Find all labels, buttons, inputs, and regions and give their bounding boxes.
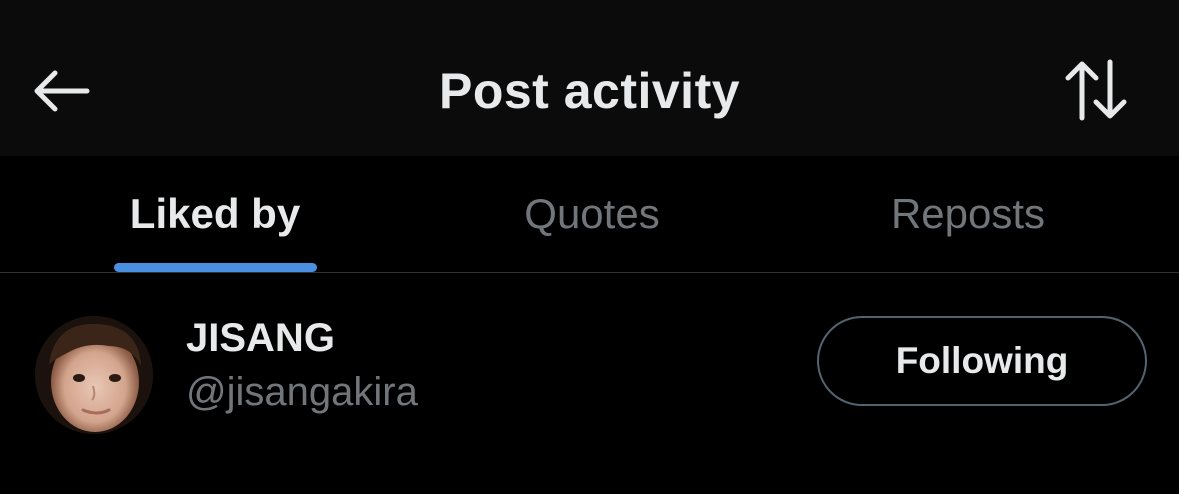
- list-item[interactable]: JISANG @jisangakira Following: [0, 273, 1179, 494]
- activity-tabs: Liked by Quotes Reposts: [0, 156, 1179, 272]
- avatar-image: [35, 316, 153, 434]
- tab-reposts[interactable]: Reposts: [842, 184, 1094, 244]
- top-app-bar: Post activity: [0, 0, 1179, 156]
- user-handle: @jisangakira: [186, 370, 418, 414]
- avatar[interactable]: [35, 316, 153, 434]
- sort-arrows-icon: [1065, 59, 1127, 121]
- tab-liked-by[interactable]: Liked by: [88, 184, 342, 244]
- sort-button[interactable]: [1058, 52, 1134, 128]
- following-button[interactable]: Following: [817, 316, 1147, 406]
- page-title: Post activity: [438, 63, 741, 119]
- tab-quotes[interactable]: Quotes: [468, 184, 716, 244]
- active-tab-indicator: [114, 263, 317, 272]
- user-display-name: JISANG: [186, 316, 335, 360]
